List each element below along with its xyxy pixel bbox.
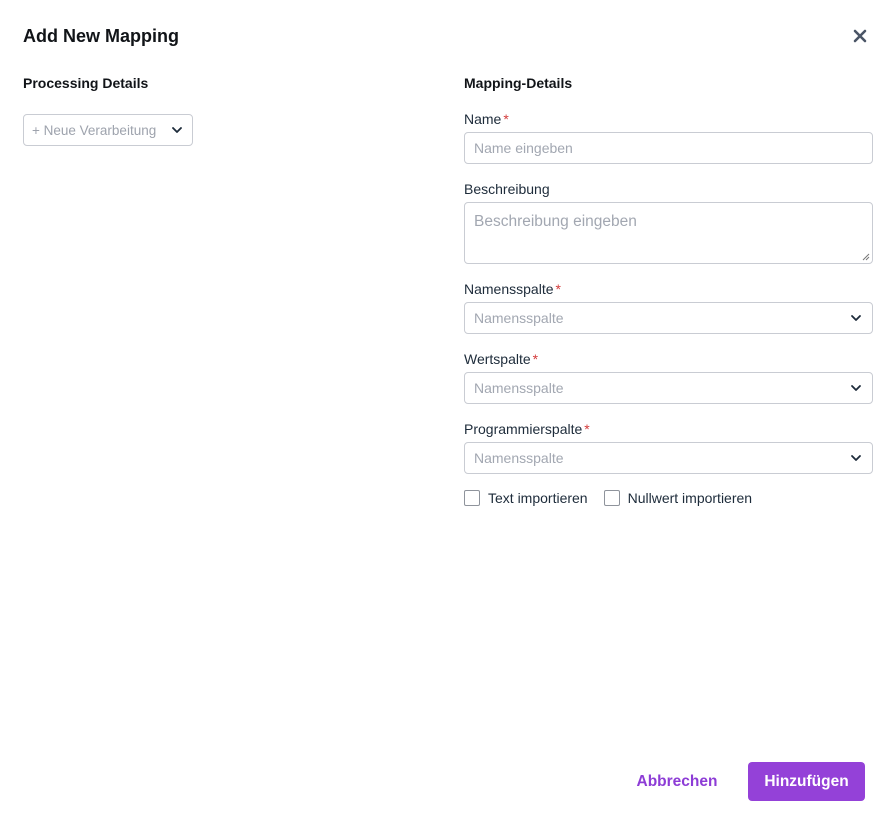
required-marker: *: [503, 111, 509, 127]
name-column-placeholder: Namensspalte: [474, 310, 564, 326]
name-column-label: Namensspalte *: [464, 281, 561, 297]
import-null-checkbox[interactable]: [603, 490, 620, 506]
close-button[interactable]: [850, 26, 870, 46]
dialog-title: Add New Mapping: [23, 26, 179, 46]
add-button[interactable]: Hinzufügen: [748, 762, 865, 801]
close-icon: [853, 29, 867, 43]
required-marker: *: [532, 351, 539, 367]
description-label: Beschreibung: [464, 181, 550, 197]
resize-handle-icon[interactable]: [862, 253, 870, 261]
name-column-select[interactable]: Namensspalte: [464, 302, 873, 334]
name-input-placeholder: Name eingeben: [474, 140, 573, 156]
value-column-placeholder: Namensspalte: [474, 380, 564, 396]
import-text-label[interactable]: Text importieren: [488, 490, 588, 506]
programming-column-label-text: Programmierspalte: [464, 421, 583, 437]
value-column-label-text: Wertspalte: [464, 351, 531, 367]
required-marker: *: [584, 421, 590, 437]
processing-select[interactable]: + Neue Verarbeitung: [23, 114, 193, 146]
chevron-down-icon: [851, 455, 861, 461]
required-marker: *: [555, 281, 561, 297]
name-label-text: Name: [464, 111, 502, 127]
import-options: Text importieren Nullwert importieren: [464, 490, 752, 506]
processing-select-placeholder: + Neue Verarbeitung: [32, 122, 157, 138]
value-column-select[interactable]: Namensspalte: [464, 372, 873, 404]
description-textarea[interactable]: Beschreibung eingeben: [464, 202, 873, 264]
value-column-label: Wertspalte *: [464, 351, 538, 367]
name-label: Name *: [464, 111, 509, 127]
chevron-down-icon: [851, 385, 861, 391]
chevron-down-icon: [172, 127, 182, 133]
programming-column-placeholder: Namensspalte: [474, 450, 564, 466]
cancel-button[interactable]: Abbrechen: [632, 762, 722, 801]
programming-column-label: Programmierspalte *: [464, 421, 590, 437]
description-placeholder: Beschreibung eingeben: [474, 213, 637, 230]
programming-column-select[interactable]: Namensspalte: [464, 442, 873, 474]
mapping-details-heading: Mapping-Details: [464, 75, 573, 91]
processing-details-heading: Processing Details: [23, 75, 149, 91]
import-text-checkbox[interactable]: [464, 490, 480, 506]
add-mapping-dialog: Add New Mapping Processing Details + Neu…: [0, 0, 894, 831]
chevron-down-icon: [851, 315, 861, 321]
import-null-label[interactable]: Nullwert importieren: [628, 490, 752, 506]
name-input[interactable]: Name eingeben: [464, 132, 873, 164]
name-column-label-text: Namensspalte: [464, 281, 554, 297]
